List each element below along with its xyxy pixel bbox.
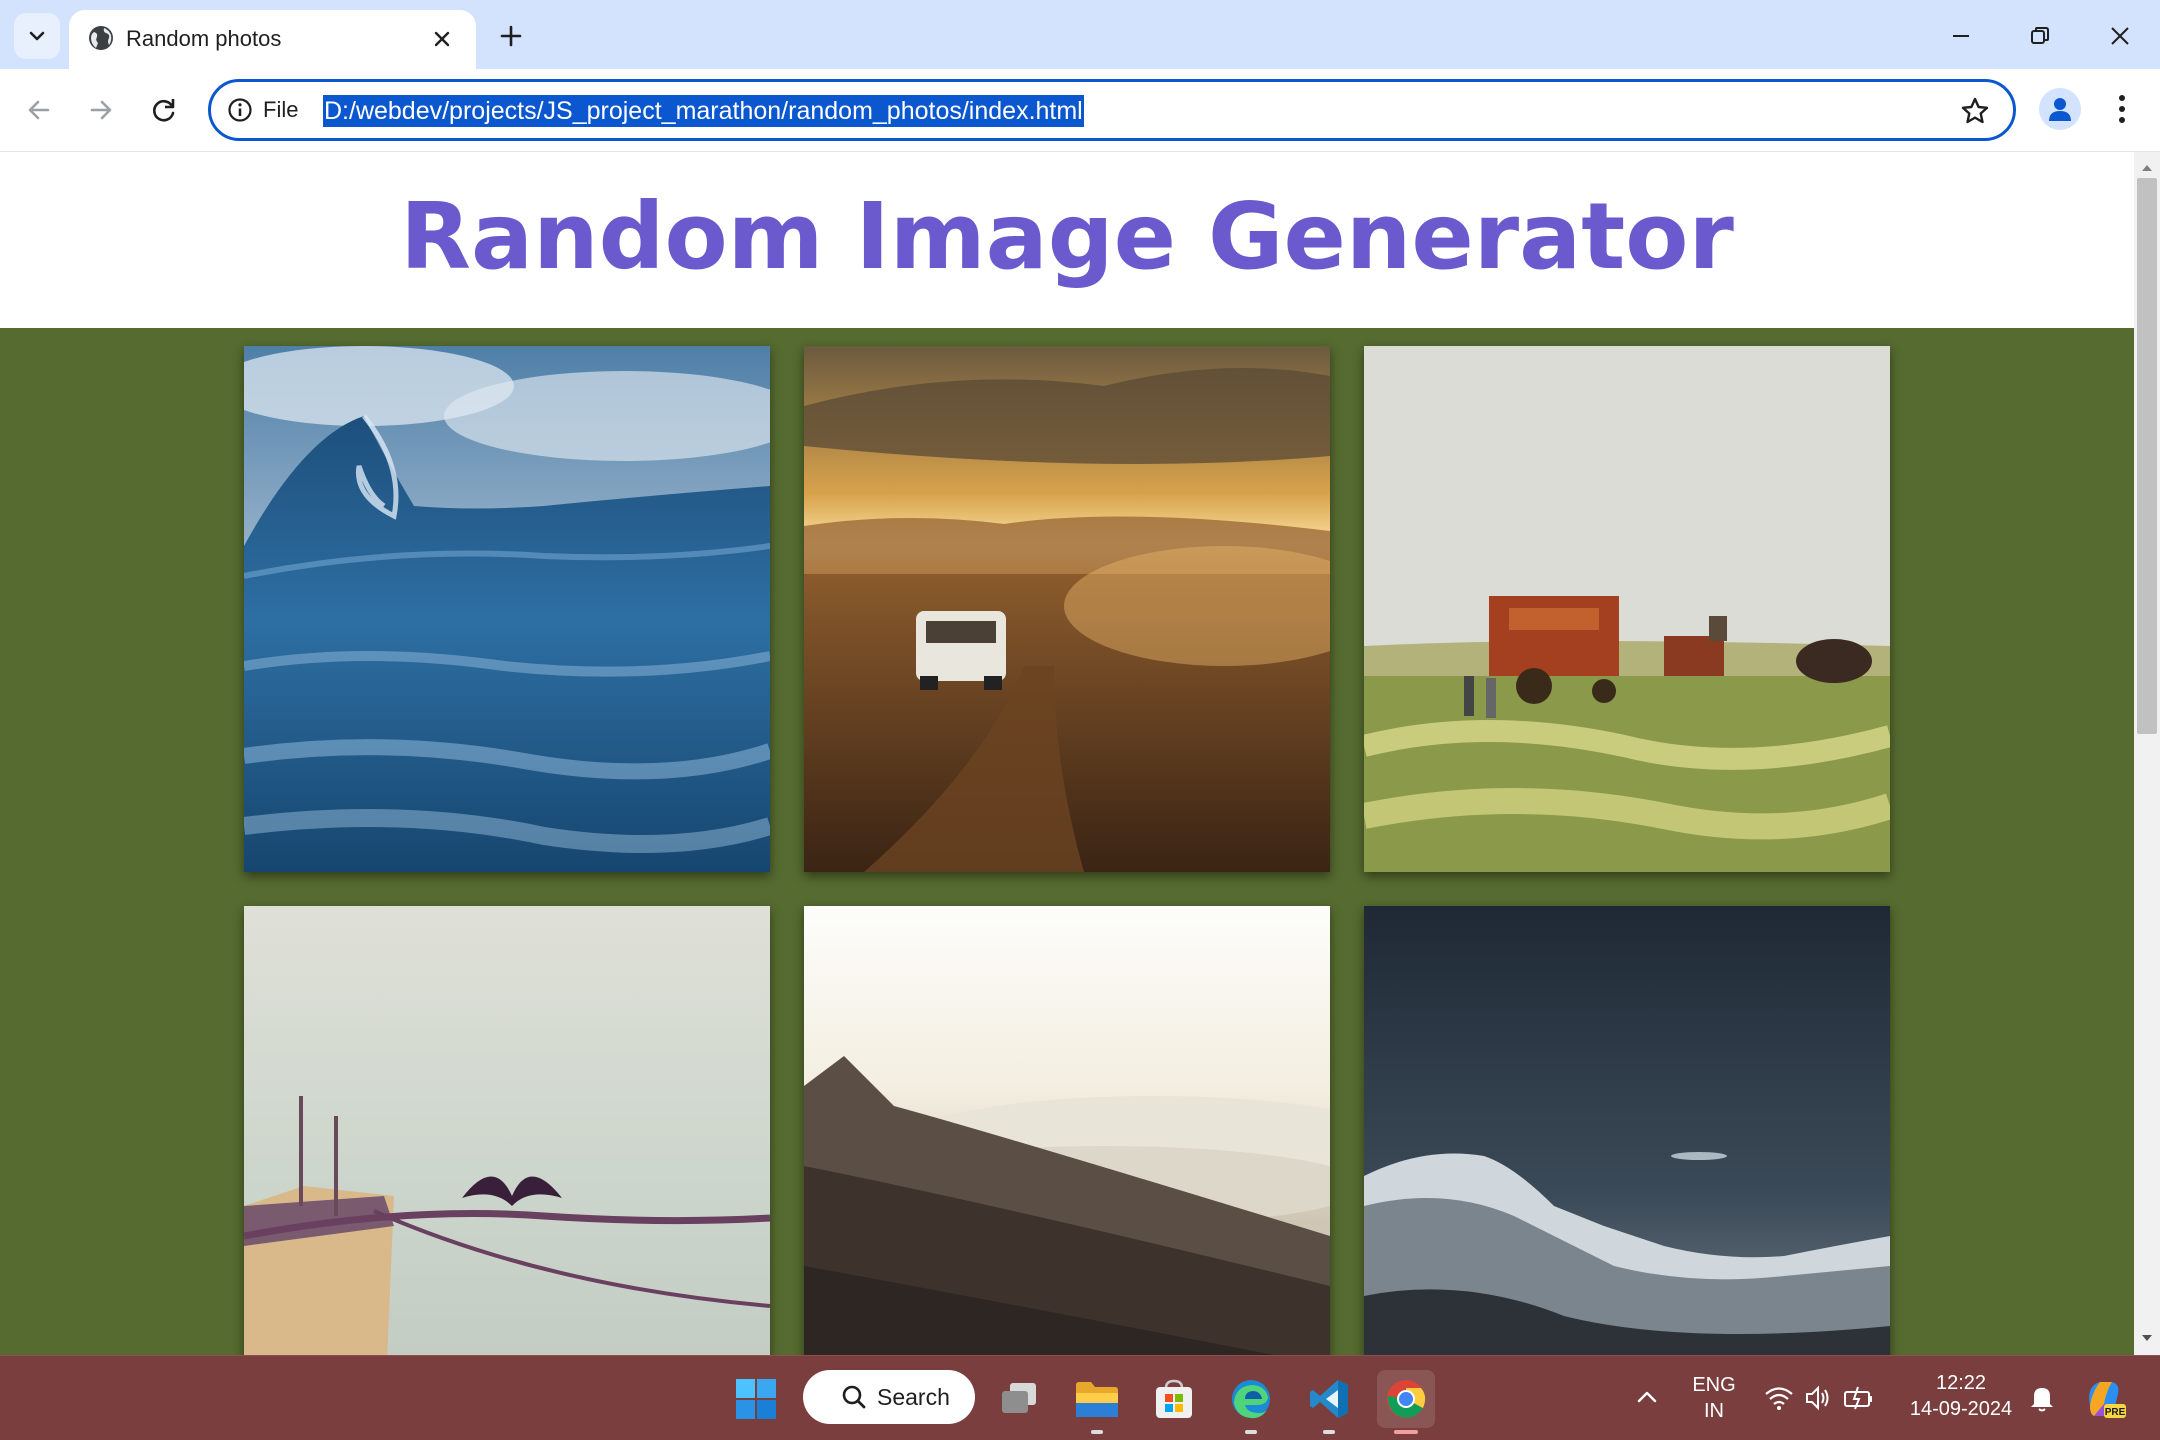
svg-text:PRE: PRE [2105, 1407, 2126, 1418]
notifications-button[interactable] [2028, 1383, 2056, 1413]
windows-logo-icon [736, 1379, 776, 1419]
triangle-up-icon [2142, 165, 2152, 171]
edge-icon [1232, 1380, 1270, 1419]
arrow-right-icon [90, 100, 112, 120]
globe-icon [87, 24, 115, 52]
windows-taskbar: Search ENG IN 12:22 14-09-2024 PRE [0, 1355, 2160, 1440]
language-code: ENG [1692, 1374, 1736, 1396]
chevron-down-icon [29, 31, 45, 41]
tab-title: Random photos [126, 26, 282, 51]
clock[interactable]: 12:22 14-09-2024 [1896, 1370, 2026, 1422]
plus-icon [500, 25, 522, 47]
scroll-down-button[interactable] [2134, 1328, 2160, 1348]
browser-toolbar: File D:/webdev/projects/JS_project_marat… [0, 69, 2160, 152]
gallery-image-hay-baler [1364, 346, 1890, 872]
reload-button[interactable] [141, 87, 187, 133]
forward-button[interactable] [78, 87, 124, 133]
taskbar-edge[interactable] [1222, 1370, 1280, 1434]
clock-time: 12:22 [1935, 1372, 1987, 1394]
vscode-icon [1310, 1380, 1348, 1418]
restore-button[interactable] [2000, 10, 2080, 62]
image-gallery [0, 328, 2134, 1355]
browser-tab-active[interactable]: Random photos [69, 10, 476, 70]
taskbar-chrome-active[interactable] [1377, 1370, 1435, 1434]
start-button[interactable] [727, 1370, 785, 1428]
volume-icon [1806, 1385, 1829, 1411]
close-icon [2111, 27, 2129, 45]
triangle-down-icon [2142, 1335, 2152, 1341]
star-icon [1961, 97, 1989, 124]
gallery-image-van-desert [804, 346, 1330, 872]
gallery-image-mountain-clouds [804, 906, 1330, 1355]
search-label: Search [877, 1383, 950, 1410]
more-vertical-icon [2119, 95, 2125, 123]
site-info-chip[interactable]: File [227, 95, 298, 125]
bell-icon [2031, 1388, 2053, 1412]
region-code: IN [1704, 1400, 1724, 1422]
gallery-image-cormorant [244, 906, 770, 1355]
reload-icon [152, 99, 175, 122]
arrow-left-icon [28, 100, 50, 120]
copilot-icon: PRE [2089, 1382, 2126, 1418]
new-tab-button[interactable] [493, 18, 529, 54]
close-icon [434, 31, 450, 47]
page-viewport: Random Image Generator [0, 152, 2134, 1355]
restore-icon [2031, 27, 2049, 44]
minimize-icon [1953, 35, 1969, 37]
language-indicator[interactable]: ENG IN [1690, 1372, 1738, 1424]
page-header: Random Image Generator [0, 152, 2134, 328]
taskbar-file-explorer[interactable] [1068, 1370, 1126, 1434]
system-tray-status[interactable] [1764, 1383, 1874, 1413]
folder-icon [1076, 1382, 1118, 1417]
scroll-up-button[interactable] [2134, 158, 2160, 178]
browser-titlebar: Random photos [0, 0, 2160, 70]
taskbar-search[interactable]: Search [803, 1370, 975, 1424]
gallery-image-ocean-wave [244, 346, 770, 872]
battery-charging-icon [1844, 1386, 1872, 1410]
copilot-button[interactable]: PRE [2082, 1376, 2126, 1420]
taskbar-microsoft-store[interactable] [1145, 1370, 1203, 1428]
avatar-icon [2049, 98, 2071, 121]
wifi-icon [1765, 1387, 1793, 1410]
chrome-icon [1387, 1380, 1426, 1418]
scrollbar-thumb[interactable] [2137, 178, 2157, 734]
show-hidden-icons-button[interactable] [1634, 1384, 1660, 1410]
address-bar[interactable]: File D:/webdev/projects/JS_project_marat… [208, 79, 2016, 141]
page-scrollbar[interactable] [2134, 152, 2160, 1355]
clock-date: 14-09-2024 [1909, 1398, 2013, 1420]
task-view-button[interactable] [991, 1370, 1049, 1428]
task-view-icon [1002, 1383, 1036, 1413]
page-title: Random Image Generator [400, 183, 1734, 290]
close-window-button[interactable] [2080, 10, 2160, 62]
taskbar-vscode[interactable] [1300, 1370, 1358, 1434]
minimize-button[interactable] [1921, 10, 2001, 62]
url-text[interactable]: D:/webdev/projects/JS_project_marathon/r… [323, 95, 1084, 127]
search-icon [842, 1385, 866, 1409]
bookmark-button[interactable] [1957, 93, 1993, 129]
browser-menu-button[interactable] [2104, 88, 2140, 130]
back-button[interactable] [16, 87, 62, 133]
info-icon [228, 98, 252, 122]
gallery-image-snowy-mountain [1364, 906, 1890, 1355]
security-label: File [263, 97, 299, 122]
tab-search-button[interactable] [14, 13, 60, 59]
store-icon [1156, 1379, 1192, 1418]
profile-button[interactable] [2039, 88, 2081, 130]
close-tab-button[interactable] [427, 24, 457, 54]
chevron-up-icon [1637, 1391, 1657, 1403]
